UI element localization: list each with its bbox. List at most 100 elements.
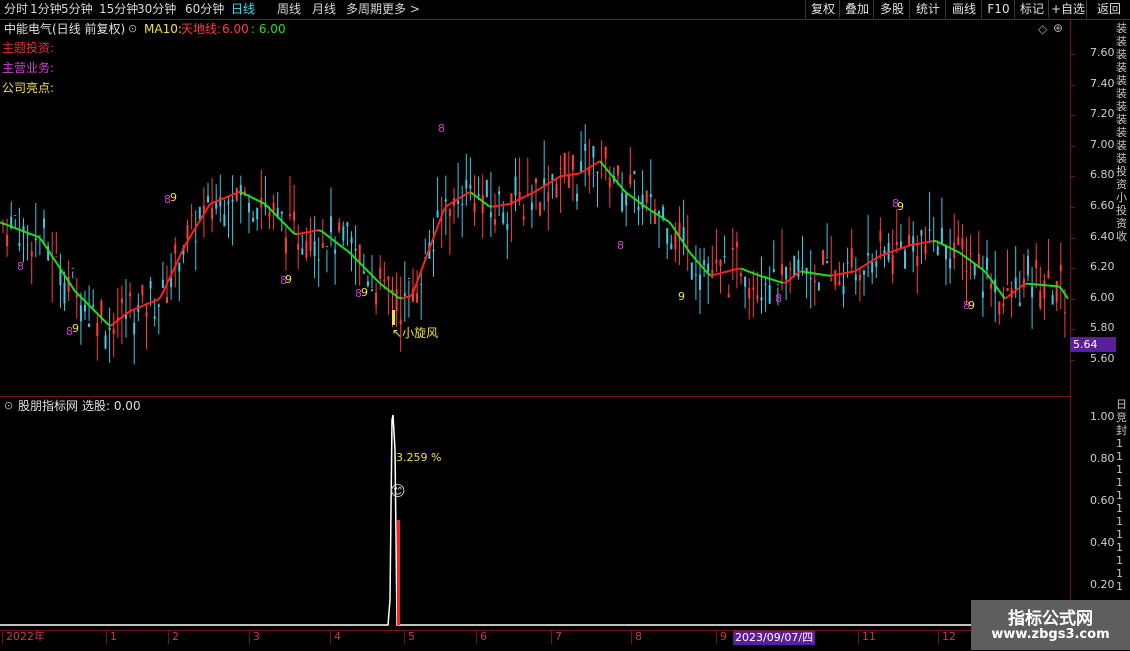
ma-line: [147, 303, 150, 304]
ma-line: [471, 192, 474, 194]
ma-line: [192, 229, 195, 234]
ma-line: [630, 195, 633, 197]
candle-body: [252, 218, 254, 222]
candle-body: [814, 281, 816, 283]
candle-body: [929, 229, 931, 231]
candle-body: [494, 219, 496, 224]
toolbar-button-4[interactable]: 画线: [945, 0, 982, 18]
ma-line: [21, 230, 24, 231]
tick-mark: [1070, 146, 1075, 147]
candle-body: [330, 216, 332, 232]
ma-line: [516, 200, 519, 201]
ma-line: [1014, 290, 1017, 292]
seq-marker: 8: [438, 122, 445, 135]
candle-body: [170, 278, 172, 287]
candle-body: [420, 284, 422, 285]
tab-5[interactable]: 60分钟: [185, 0, 224, 19]
tab-2[interactable]: 5分钟: [61, 0, 93, 19]
lower-title: 股朋指标网: [18, 399, 78, 413]
candle-body: [232, 199, 234, 201]
candle-body: [523, 216, 525, 219]
toolbar-button-2[interactable]: 多股: [873, 0, 910, 18]
tab-6[interactable]: 日线: [231, 0, 255, 19]
candle-body: [416, 293, 418, 303]
lower-toggle-icon[interactable]: ⊙: [4, 399, 13, 413]
ma-line: [684, 244, 687, 249]
side-char: 装: [1116, 126, 1130, 139]
ma-line: [762, 276, 765, 277]
candle-body: [141, 285, 143, 296]
candle-body: [1039, 290, 1041, 308]
candle-body: [564, 153, 566, 175]
tab-0[interactable]: 分时: [4, 0, 28, 19]
candle-body: [502, 212, 504, 223]
select-label: 选股: 0.00: [82, 399, 141, 413]
candle-body: [240, 185, 242, 195]
candle-body: [166, 297, 168, 303]
ma-line: [330, 238, 333, 240]
expand-icon[interactable]: ⊕: [1053, 21, 1063, 35]
toggle-icon[interactable]: ⊙: [128, 22, 137, 36]
toolbar-button-3[interactable]: 统计: [909, 0, 946, 18]
candle-body: [248, 203, 250, 213]
candle-body: [871, 262, 873, 272]
candle-body: [970, 253, 972, 254]
ma-line: [459, 197, 462, 199]
seq-marker: 8: [17, 260, 24, 273]
ma-line: [582, 170, 585, 172]
candle-body: [88, 323, 90, 327]
month-label: 2: [168, 630, 179, 644]
tab-4[interactable]: 30分钟: [137, 0, 176, 19]
candle-body: [35, 238, 37, 240]
toolbar-button-0[interactable]: 复权: [805, 0, 840, 18]
ma-line: [879, 255, 882, 256]
lower-tick: 1.00: [1090, 411, 1115, 423]
candle-body: [875, 261, 877, 266]
tab-7[interactable]: 周线: [277, 0, 301, 19]
tab-10[interactable]: 更多 >: [382, 0, 420, 19]
toolbar-button-8[interactable]: 返回: [1086, 0, 1130, 18]
candle-body: [937, 246, 939, 255]
candle-body: [474, 203, 476, 212]
seq-marker: 9: [170, 191, 177, 204]
pct-label: 3.259 %: [396, 451, 441, 465]
ma-line: [165, 282, 168, 288]
tab-8[interactable]: 月线: [312, 0, 336, 19]
candle-body: [461, 204, 463, 205]
tab-3[interactable]: 15分钟: [99, 0, 138, 19]
candle-body: [802, 267, 804, 268]
ma-line: [183, 244, 186, 250]
diamond-icon[interactable]: ◇: [1038, 22, 1047, 36]
month-label: 8: [631, 630, 642, 644]
candle-body: [744, 276, 746, 286]
ma-line: [750, 272, 753, 273]
ma-line: [528, 194, 531, 195]
toolbar-button-1[interactable]: 叠加: [839, 0, 874, 18]
ma-line: [522, 197, 525, 198]
ma-line: [198, 219, 201, 224]
candle-body: [289, 214, 291, 216]
ma-line: [294, 234, 297, 235]
candle-body: [560, 168, 562, 169]
toolbar-button-6[interactable]: 标记: [1014, 0, 1049, 18]
ma-line: [102, 318, 105, 321]
value-green: : 6.00: [251, 22, 286, 36]
candle-body: [162, 280, 164, 288]
month-label: 5: [404, 630, 415, 644]
ma-line: [1065, 294, 1068, 299]
ma-line: [354, 257, 357, 260]
toolbar-button-7[interactable]: +自选: [1048, 0, 1087, 18]
ma-line: [288, 227, 291, 230]
month-label: 4: [330, 630, 341, 644]
smiley-icon: 😊: [390, 484, 406, 498]
toolbar-button-5[interactable]: F10: [981, 0, 1015, 18]
candle-body: [96, 322, 98, 336]
candle-body: [433, 250, 435, 252]
ma-line: [969, 260, 972, 262]
candlestick-chart[interactable]: 88989898988988989: [0, 20, 1070, 630]
ma-line: [213, 201, 216, 202]
price-tick: 6.20: [1090, 261, 1115, 273]
tab-9[interactable]: 多周期: [346, 0, 382, 19]
tab-1[interactable]: 1分钟: [30, 0, 62, 19]
side-info-column-lower: 日竞封111111111111: [1116, 398, 1130, 628]
